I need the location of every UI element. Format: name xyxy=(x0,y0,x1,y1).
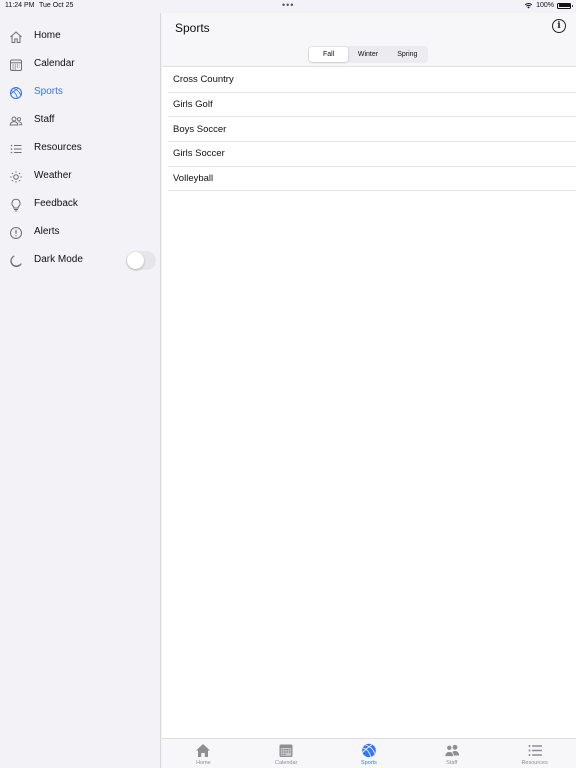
dark-mode-toggle[interactable] xyxy=(126,251,156,270)
tab-label: Staff xyxy=(446,760,458,766)
status-bar: 11:24 PM Tue Oct 25 ••• 100% xyxy=(0,0,576,13)
main-content: Sports i Fall Winter Spring Cross Countr… xyxy=(162,13,576,768)
tab-calendar[interactable]: Calendar xyxy=(245,739,328,768)
sports-list: Cross Country Girls Golf Boys Soccer Gir… xyxy=(162,68,576,192)
page-title: Sports xyxy=(175,21,210,35)
moon-icon xyxy=(10,255,22,268)
season-segmented-control: Fall Winter Spring xyxy=(308,46,428,63)
wifi-icon xyxy=(524,3,533,9)
list-item[interactable]: Boys Soccer xyxy=(168,117,576,143)
sidebar-item-label: Staff xyxy=(34,114,55,125)
house-icon xyxy=(196,744,211,757)
sidebar-item-feedback[interactable]: Feedback xyxy=(0,192,161,218)
sidebar-item-resources[interactable]: Resources xyxy=(0,136,161,162)
list-item[interactable]: Girls Golf xyxy=(168,93,576,118)
status-time: 11:24 PM xyxy=(5,2,35,9)
tab-label: Resources xyxy=(521,760,548,766)
segment-winter[interactable]: Winter xyxy=(348,47,387,62)
exclamation-circle-icon xyxy=(10,227,22,239)
tab-home[interactable]: Home xyxy=(162,739,245,768)
calendar-icon xyxy=(279,744,293,757)
tab-label: Calendar xyxy=(275,760,298,766)
tab-bar: Home Calendar Sports Staff Resources xyxy=(162,738,576,768)
tab-staff[interactable]: Staff xyxy=(410,739,493,768)
sidebar-item-label: Alerts xyxy=(34,226,60,237)
list-icon xyxy=(10,144,22,154)
house-icon xyxy=(10,31,22,43)
list-item[interactable]: Volleyball xyxy=(168,167,576,192)
basketball-icon xyxy=(9,86,23,100)
battery-percent: 100% xyxy=(536,2,554,9)
sidebar-item-weather[interactable]: Weather xyxy=(0,164,161,190)
sidebar-item-label: Resources xyxy=(34,142,82,153)
list-item[interactable]: Girls Soccer xyxy=(168,142,576,167)
list-item[interactable]: Cross Country xyxy=(168,68,576,93)
sidebar-item-dark-mode: Dark Mode xyxy=(0,248,161,274)
navigation-bar: Sports i xyxy=(162,13,576,42)
segment-fall[interactable]: Fall xyxy=(309,47,349,62)
sidebar-item-label: Weather xyxy=(34,170,72,181)
season-selector-bar: Fall Winter Spring xyxy=(162,42,576,67)
battery-level xyxy=(558,4,570,7)
sidebar-item-label: Sports xyxy=(34,86,63,97)
sidebar-item-staff[interactable]: Staff xyxy=(0,108,161,134)
sidebar-item-label: Calendar xyxy=(34,58,75,69)
sidebar-item-calendar[interactable]: Calendar xyxy=(0,52,161,78)
tab-label: Sports xyxy=(361,760,377,766)
multitasking-dots[interactable]: ••• xyxy=(282,0,294,10)
basketball-icon xyxy=(362,743,376,758)
sidebar-item-label: Home xyxy=(34,30,61,41)
lightbulb-icon xyxy=(11,198,21,212)
sidebar-item-alerts[interactable]: Alerts xyxy=(0,220,161,246)
sidebar-item-label: Feedback xyxy=(34,198,78,209)
tab-label: Home xyxy=(196,760,211,766)
segment-spring[interactable]: Spring xyxy=(388,47,427,62)
sidebar-item-label: Dark Mode xyxy=(34,254,83,265)
tab-sports[interactable]: Sports xyxy=(328,739,411,768)
list-icon xyxy=(528,745,542,756)
info-circle-icon[interactable]: i xyxy=(552,19,566,33)
toggle-knob xyxy=(127,252,144,269)
tab-resources[interactable]: Resources xyxy=(493,739,576,768)
sidebar-item-sports[interactable]: Sports xyxy=(0,80,161,106)
status-date: Tue Oct 25 xyxy=(39,2,74,9)
sidebar: Home Calendar Sports Staff Resources Wea… xyxy=(0,13,161,768)
people-icon xyxy=(444,744,459,757)
sidebar-item-home[interactable]: Home xyxy=(0,24,161,50)
battery-icon xyxy=(557,2,573,9)
people-icon xyxy=(9,116,23,126)
status-right: 100% xyxy=(524,2,573,9)
sun-icon xyxy=(10,171,22,183)
calendar-icon xyxy=(10,59,22,71)
